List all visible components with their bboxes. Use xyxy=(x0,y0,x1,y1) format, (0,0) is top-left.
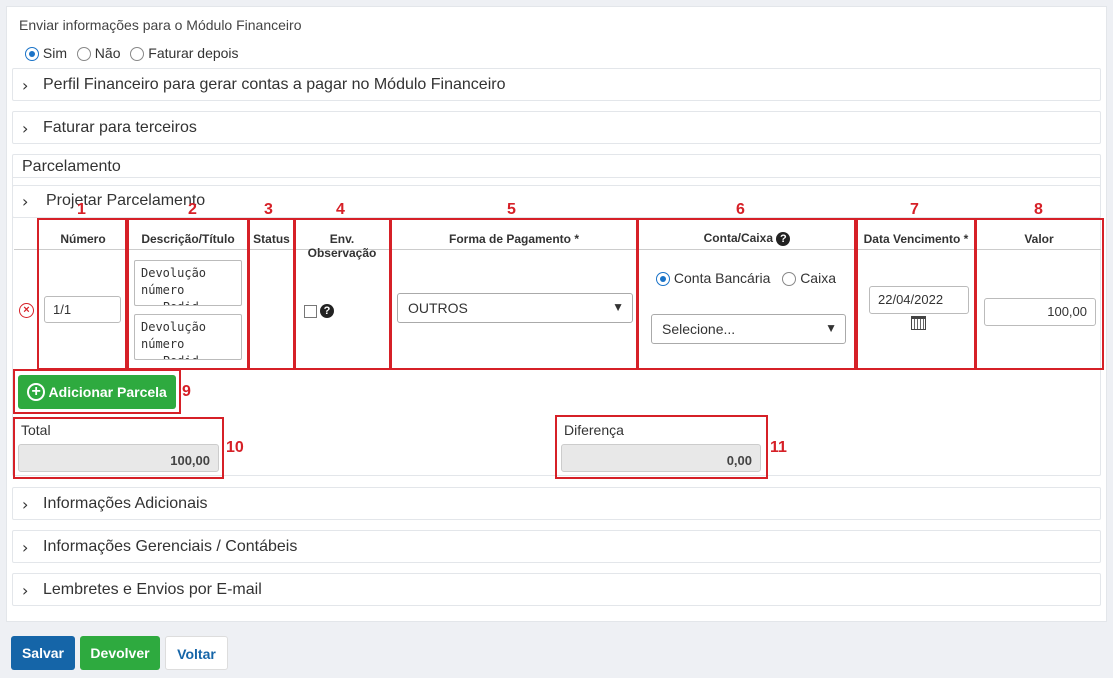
annotation-number: 10 xyxy=(226,439,244,456)
voltar-button[interactable]: Voltar xyxy=(165,636,228,670)
accordion-informacoes-adicionais[interactable]: › Informações Adicionais xyxy=(12,487,1101,520)
accordion-perfil-financeiro[interactable]: › Perfil Financeiro para gerar contas a … xyxy=(12,68,1101,101)
chevron-right-icon: › xyxy=(22,192,29,211)
radio-sim-label: Sim xyxy=(42,45,68,61)
annotation-box-7 xyxy=(856,218,976,370)
accordion-projetar-parcelamento[interactable]: › Projetar Parcelamento xyxy=(12,185,1101,218)
radio-nao-icon[interactable] xyxy=(76,47,91,62)
accordion-label: Projetar Parcelamento xyxy=(46,192,206,209)
annotation-box-1 xyxy=(37,218,127,370)
radio-sim[interactable]: Sim xyxy=(25,45,68,62)
remove-row-icon[interactable]: × xyxy=(19,303,34,318)
accordion-faturar-terceiros[interactable]: › Faturar para terceiros xyxy=(12,111,1101,144)
accordion-label: Faturar para terceiros xyxy=(43,119,197,136)
annotation-box-8 xyxy=(975,218,1104,370)
annotation-box-9 xyxy=(13,369,181,414)
radio-faturar-depois-icon[interactable] xyxy=(130,47,145,62)
annotation-box-2 xyxy=(127,218,249,370)
chevron-right-icon: › xyxy=(22,581,29,600)
radio-nao-label: Não xyxy=(94,45,121,61)
annotation-number: 4 xyxy=(336,201,345,218)
annotation-number: 8 xyxy=(1034,201,1043,218)
annotation-box-11 xyxy=(555,415,768,479)
radio-nao[interactable]: Não xyxy=(76,45,121,62)
annotation-box-10 xyxy=(13,417,224,479)
accordion-label: Lembretes e Envios por E-mail xyxy=(43,581,262,598)
annotation-number: 9 xyxy=(182,383,191,400)
radio-faturar-depois[interactable]: Faturar depois xyxy=(130,45,239,62)
accordion-label: Informações Gerenciais / Contábeis xyxy=(43,538,298,555)
chevron-right-icon: › xyxy=(22,538,29,557)
annotation-box-5 xyxy=(390,218,638,370)
devolver-button[interactable]: Devolver xyxy=(80,636,160,670)
accordion-lembretes[interactable]: › Lembretes e Envios por E-mail xyxy=(12,573,1101,606)
chevron-right-icon: › xyxy=(22,495,29,514)
salvar-button[interactable]: Salvar xyxy=(11,636,75,670)
financeiro-radio-group: Sim Não Faturar depois xyxy=(25,45,239,62)
annotation-number: 2 xyxy=(188,201,197,218)
annotation-number: 1 xyxy=(77,201,86,218)
financeiro-title: Enviar informações para o Módulo Finance… xyxy=(19,17,302,33)
radio-faturar-depois-label: Faturar depois xyxy=(148,45,239,61)
chevron-right-icon: › xyxy=(22,76,29,95)
accordion-label: Perfil Financeiro para gerar contas a pa… xyxy=(43,76,506,93)
radio-sim-icon[interactable] xyxy=(25,47,39,62)
parcelamento-header xyxy=(12,154,1101,178)
parcelamento-title: Parcelamento xyxy=(22,158,121,175)
accordion-informacoes-gerenciais[interactable]: › Informações Gerenciais / Contábeis xyxy=(12,530,1101,563)
annotation-number: 5 xyxy=(507,201,516,218)
annotation-number: 7 xyxy=(910,201,919,218)
annotation-number: 11 xyxy=(770,439,787,456)
annotation-box-4 xyxy=(294,218,391,370)
accordion-label: Informações Adicionais xyxy=(43,495,208,512)
annotation-number: 6 xyxy=(736,201,745,218)
annotation-number: 3 xyxy=(264,201,273,218)
chevron-right-icon: › xyxy=(22,119,29,138)
annotation-box-3 xyxy=(248,218,295,370)
annotation-box-6 xyxy=(637,218,856,370)
